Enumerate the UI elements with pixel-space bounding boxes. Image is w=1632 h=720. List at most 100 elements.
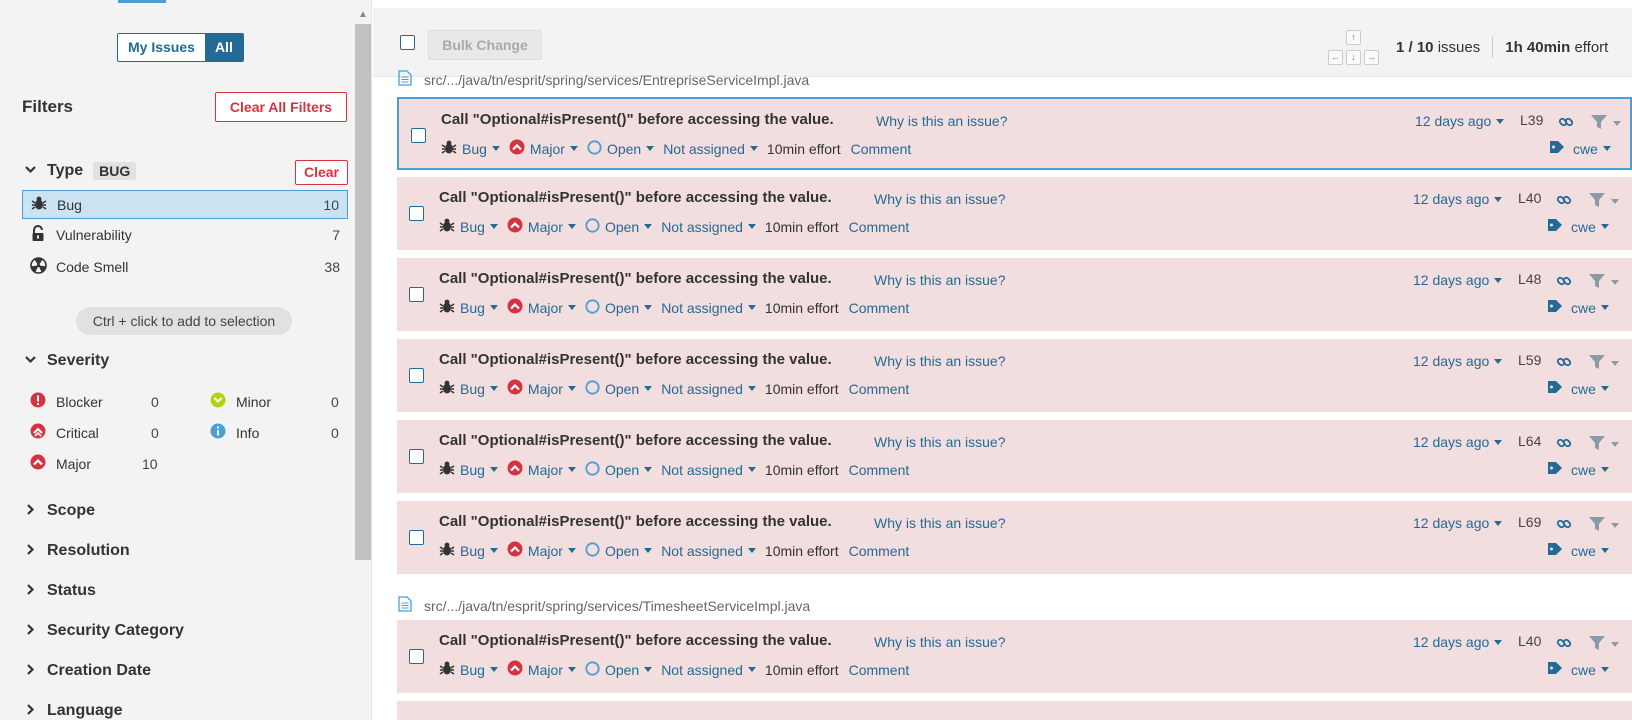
issue-severity-dropdown[interactable]: Major — [507, 460, 576, 479]
my-issues-button[interactable]: My Issues — [118, 34, 205, 61]
issue-tags-dropdown[interactable]: cwe — [1547, 299, 1609, 316]
issue-assignee-dropdown[interactable]: Not assigned — [661, 381, 756, 397]
issue-row[interactable]: Call "Optional#isPresent()" before acces… — [397, 501, 1632, 574]
issue-message[interactable]: Call "Optional#isPresent()" before acces… — [441, 111, 834, 128]
filter-similar-dropdown[interactable] — [1588, 192, 1619, 211]
why-is-this-an-issue-link[interactable]: Why is this an issue? — [874, 272, 1006, 288]
issue-age-dropdown[interactable]: 12 days ago — [1413, 634, 1503, 650]
issue-status-dropdown[interactable]: Open — [585, 298, 653, 317]
severity-item-critical[interactable]: Critical 0 — [30, 423, 159, 442]
sidebar-scrollbar-thumb[interactable] — [355, 24, 371, 560]
filter-similar-dropdown[interactable] — [1588, 516, 1619, 535]
permalink-icon[interactable] — [1558, 114, 1574, 133]
issue-line-number[interactable]: L48 — [1518, 271, 1541, 287]
permalink-icon[interactable] — [1556, 273, 1572, 292]
comment-link[interactable]: Comment — [849, 543, 910, 559]
why-is-this-an-issue-link[interactable]: Why is this an issue? — [874, 634, 1006, 650]
issue-severity-dropdown[interactable]: Major — [509, 139, 578, 158]
issue-checkbox[interactable] — [409, 649, 424, 664]
language-facet-header[interactable]: Language — [24, 702, 123, 720]
permalink-icon[interactable] — [1556, 435, 1572, 454]
permalink-icon[interactable] — [1556, 192, 1572, 211]
comment-link[interactable]: Comment — [851, 141, 912, 157]
severity-item-minor[interactable]: Minor 0 — [210, 392, 339, 411]
issue-type-dropdown[interactable]: Bug — [439, 541, 498, 560]
issue-type-dropdown[interactable]: Bug — [439, 379, 498, 398]
comment-link[interactable]: Comment — [849, 662, 910, 678]
severity-item-blocker[interactable]: Blocker 0 — [30, 392, 159, 411]
why-is-this-an-issue-link[interactable]: Why is this an issue? — [874, 434, 1006, 450]
permalink-icon[interactable] — [1556, 354, 1572, 373]
issue-tags-dropdown[interactable]: cwe — [1547, 218, 1609, 235]
creation-date-facet-header[interactable]: Creation Date — [24, 662, 151, 680]
scroll-up-arrow-icon[interactable]: ▲ — [356, 8, 370, 22]
resolution-facet-header[interactable]: Resolution — [24, 542, 130, 560]
issue-row[interactable]: Call "Optional#isPresent()" before acces… — [397, 177, 1632, 250]
issue-tags-dropdown[interactable]: cwe — [1547, 461, 1609, 478]
issue-type-dropdown[interactable]: Bug — [439, 460, 498, 479]
issue-row[interactable]: Call "Optional#isPresent()" before acces… — [397, 420, 1632, 493]
issue-age-dropdown[interactable]: 12 days ago — [1413, 272, 1503, 288]
issue-row[interactable]: Call "Optional#isPresent()" before acces… — [397, 339, 1632, 412]
clear-all-filters-button[interactable]: Clear All Filters — [215, 92, 347, 122]
issue-message[interactable]: Call "Optional#isPresent()" before acces… — [439, 189, 832, 206]
issue-age-dropdown[interactable]: 12 days ago — [1413, 515, 1503, 531]
issue-assignee-dropdown[interactable]: Not assigned — [661, 662, 756, 678]
issue-status-dropdown[interactable]: Open — [585, 660, 653, 679]
filter-similar-dropdown[interactable] — [1590, 114, 1621, 133]
issue-message[interactable]: Call "Optional#isPresent()" before acces… — [439, 513, 832, 530]
select-all-checkbox[interactable] — [400, 35, 415, 50]
why-is-this-an-issue-link[interactable]: Why is this an issue? — [874, 515, 1006, 531]
security-category-facet-header[interactable]: Security Category — [24, 622, 184, 640]
issue-tags-dropdown[interactable]: cwe — [1549, 140, 1611, 157]
permalink-icon[interactable] — [1556, 516, 1572, 535]
why-is-this-an-issue-link[interactable]: Why is this an issue? — [876, 113, 1008, 129]
severity-item-major[interactable]: Major 10 — [30, 454, 158, 473]
filter-similar-dropdown[interactable] — [1588, 435, 1619, 454]
issue-line-number[interactable]: L59 — [1518, 352, 1541, 368]
issue-assignee-dropdown[interactable]: Not assigned — [661, 462, 756, 478]
issue-message[interactable]: Call "Optional#isPresent()" before acces… — [439, 270, 832, 287]
severity-facet-header[interactable]: Severity — [24, 352, 109, 370]
issue-type-dropdown[interactable]: Bug — [439, 660, 498, 679]
issue-status-dropdown[interactable]: Open — [585, 217, 653, 236]
issue-checkbox[interactable] — [409, 287, 424, 302]
issue-line-number[interactable]: L40 — [1518, 190, 1541, 206]
issue-age-dropdown[interactable]: 12 days ago — [1413, 191, 1503, 207]
comment-link[interactable]: Comment — [849, 462, 910, 478]
file-path[interactable]: src/.../java/tn/esprit/spring/services/E… — [424, 72, 809, 88]
issue-line-number[interactable]: L64 — [1518, 433, 1541, 449]
file-path[interactable]: src/.../java/tn/esprit/spring/services/T… — [424, 598, 810, 614]
severity-item-info[interactable]: Info 0 — [210, 423, 339, 442]
issue-age-dropdown[interactable]: 12 days ago — [1415, 113, 1505, 129]
issue-assignee-dropdown[interactable]: Not assigned — [661, 300, 756, 316]
issue-assignee-dropdown[interactable]: Not assigned — [661, 543, 756, 559]
issue-status-dropdown[interactable]: Open — [585, 460, 653, 479]
issue-line-number[interactable]: L40 — [1518, 633, 1541, 649]
issue-severity-dropdown[interactable]: Major — [507, 660, 576, 679]
issue-type-dropdown[interactable]: Bug — [439, 217, 498, 236]
status-facet-header[interactable]: Status — [24, 582, 96, 600]
clear-type-button[interactable]: Clear — [295, 160, 348, 185]
issue-tags-dropdown[interactable]: cwe — [1547, 380, 1609, 397]
why-is-this-an-issue-link[interactable]: Why is this an issue? — [874, 353, 1006, 369]
issue-assignee-dropdown[interactable]: Not assigned — [661, 219, 756, 235]
permalink-icon[interactable] — [1556, 635, 1572, 654]
issue-severity-dropdown[interactable]: Major — [507, 541, 576, 560]
issue-checkbox[interactable] — [409, 530, 424, 545]
type-facet-header[interactable]: Type BUG — [24, 162, 137, 180]
issue-checkbox[interactable] — [411, 128, 426, 143]
bulk-change-button[interactable]: Bulk Change — [428, 30, 542, 60]
issue-checkbox[interactable] — [409, 368, 424, 383]
issue-message[interactable]: Call "Optional#isPresent()" before acces… — [439, 432, 832, 449]
filter-similar-dropdown[interactable] — [1588, 635, 1619, 654]
issue-severity-dropdown[interactable]: Major — [507, 217, 576, 236]
issue-message[interactable]: Call "Optional#isPresent()" before acces… — [439, 351, 832, 368]
issue-type-dropdown[interactable]: Bug — [439, 298, 498, 317]
issue-row-partial[interactable] — [397, 701, 1632, 720]
issue-row[interactable]: Call "Optional#isPresent()" before acces… — [397, 258, 1632, 331]
issue-line-number[interactable]: L69 — [1518, 514, 1541, 530]
issue-message[interactable]: Call "Optional#isPresent()" before acces… — [439, 632, 832, 649]
issue-assignee-dropdown[interactable]: Not assigned — [663, 141, 758, 157]
issue-row[interactable]: Call "Optional#isPresent()" before acces… — [397, 97, 1632, 170]
